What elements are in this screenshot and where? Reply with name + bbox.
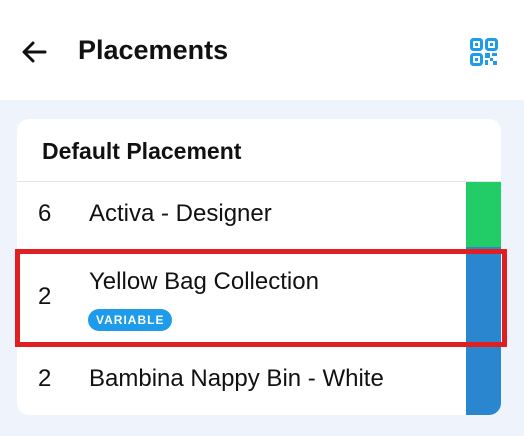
- placement-item[interactable]: 2 Yellow Bag Collection VARIABLE: [17, 247, 501, 345]
- qr-code-icon: [470, 38, 498, 66]
- app-header: Placements: [0, 0, 524, 100]
- variable-badge: VARIABLE: [88, 309, 173, 331]
- item-name: Yellow Bag Collection: [89, 268, 319, 295]
- placement-item[interactable]: 2 Bambina Nappy Bin - White: [17, 345, 501, 415]
- item-color-stripe: [466, 247, 501, 345]
- item-color-stripe: [466, 182, 501, 247]
- card-title: Default Placement: [42, 138, 242, 164]
- placement-item[interactable]: 6 Activa - Designer: [17, 182, 501, 247]
- placement-card: Default Placement 6 Activa - Designer 2 …: [17, 119, 501, 415]
- arrow-left-icon: [22, 41, 47, 63]
- back-button[interactable]: [14, 32, 54, 72]
- item-quantity: 2: [38, 365, 52, 392]
- item-name: Bambina Nappy Bin - White: [89, 365, 384, 392]
- card-header: Default Placement: [17, 119, 501, 182]
- item-color-stripe: [466, 345, 501, 415]
- item-name: Activa - Designer: [89, 200, 272, 227]
- item-quantity: 2: [38, 283, 52, 310]
- page-title: Placements: [78, 35, 229, 65]
- qr-code-button[interactable]: [466, 34, 502, 70]
- item-quantity: 6: [38, 200, 52, 227]
